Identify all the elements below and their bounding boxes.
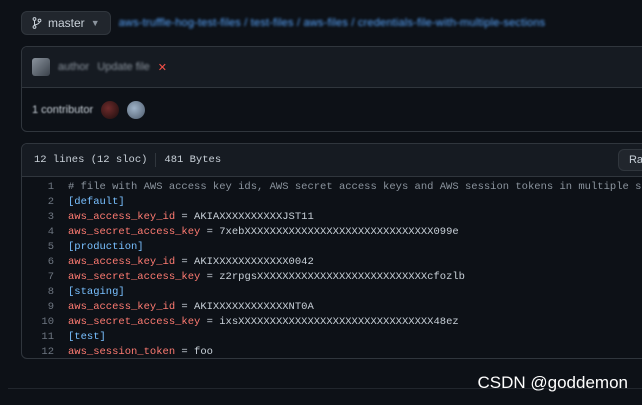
code-line: 1 # file with AWS access key ids, AWS sec… [22, 180, 642, 195]
code-key: aws_access_key_id [68, 256, 176, 268]
code-view: 1 # file with AWS access key ids, AWS sec… [22, 177, 642, 358]
code-key: aws_secret_access_key [68, 226, 201, 238]
code-value: AKIXXXXXXXXXXXX0042 [194, 256, 314, 268]
contributor-avatar[interactable] [127, 100, 146, 119]
code-operator: = [175, 301, 195, 313]
code-line: 5 [production] [22, 240, 642, 255]
raw-button[interactable]: Raw [617, 149, 642, 171]
code-line: 11 [test] [22, 330, 642, 345]
code-key: aws_secret_access_key [68, 316, 201, 328]
line-number[interactable]: 3 [22, 210, 68, 225]
code-key: aws_session_token [68, 346, 176, 358]
code-section: [default] [68, 196, 125, 208]
top-bar: master ▼ aws-truffle-hog-test-files / te… [21, 10, 545, 36]
code-line: 4 aws_secret_access_key = 7xebXXXXXXXXXXX… [22, 225, 642, 240]
code-value: ixsXXXXXXXXXXXXXXXXXXXXXXXXXXXXXXX48ez [219, 316, 459, 328]
contributor-avatar[interactable] [101, 100, 120, 119]
code-comment: # file with AWS access key ids, AWS secr… [68, 181, 642, 193]
code-section: [production] [68, 241, 144, 253]
line-number[interactable]: 9 [22, 300, 68, 315]
code-key: aws_secret_access_key [68, 271, 201, 283]
code-operator: = [200, 226, 220, 238]
code-line: 8 [staging] [22, 285, 642, 300]
chevron-down-icon: ▼ [90, 18, 100, 28]
code-line: 2 [default] [22, 195, 642, 210]
code-value: AKIAXXXXXXXXXXJST11 [194, 211, 314, 223]
code-key: aws_access_key_id [68, 211, 176, 223]
x-icon[interactable]: ✕ [158, 61, 167, 74]
file-lines-info: 12 lines (12 sloc) [34, 154, 148, 166]
git-branch-icon [32, 17, 42, 29]
commit-message[interactable]: Update file [97, 61, 150, 73]
watermark: CSDN @goddemon [477, 373, 629, 392]
code-line: 7 aws_secret_access_key = z2rpgsXXXXXXXXX… [22, 270, 642, 285]
code-line: 10 aws_secret_access_key = ixsXXXXXXXXXXX… [22, 315, 642, 330]
code-section: [test] [68, 331, 106, 343]
contributors-label[interactable]: 1 contributor [32, 104, 93, 116]
code-value: AKIXXXXXXXXXXXXNT0A [194, 301, 314, 313]
line-number[interactable]: 1 [22, 180, 68, 195]
code-line: 6 aws_access_key_id = AKIXXXXXXXXXXXX0042 [22, 255, 642, 270]
latest-commit-bar: author Update file ✕ [22, 47, 642, 88]
line-number[interactable]: 11 [22, 330, 68, 345]
code-operator: = [175, 211, 195, 223]
line-number[interactable]: 5 [22, 240, 68, 255]
code-line: 9 aws_access_key_id = AKIXXXXXXXXXXXXNT0A [22, 300, 642, 315]
code-key: aws_access_key_id [68, 301, 176, 313]
line-number[interactable]: 4 [22, 225, 68, 240]
breadcrumb[interactable]: aws-truffle-hog-test-files / test-files … [119, 17, 546, 29]
code-value: z2rpgsXXXXXXXXXXXXXXXXXXXXXXXXXXXcfozlb [219, 271, 465, 283]
breadcrumb-path[interactable]: aws-truffle-hog-test-files / test-files … [119, 17, 546, 29]
code-line: 3 aws_access_key_id = AKIAXXXXXXXXXXJST11 [22, 210, 642, 225]
code-operator: = [175, 256, 195, 268]
line-number[interactable]: 2 [22, 195, 68, 210]
code-operator: = [175, 346, 195, 358]
code-value: foo [194, 346, 213, 358]
file-size: 481 Bytes [164, 154, 222, 166]
branch-selector-button[interactable]: master ▼ [21, 11, 111, 35]
code-operator: = [200, 271, 220, 283]
file-viewer: 12 lines (12 sloc) 481 Bytes Raw 1# file… [21, 143, 642, 359]
line-number[interactable]: 6 [22, 255, 68, 270]
divider [155, 153, 157, 167]
code-value: 7xebXXXXXXXXXXXXXXXXXXXXXXXXXXXXXX099e [219, 226, 459, 238]
contributors-row: 1 contributor [22, 88, 642, 131]
code-line: 12 aws_session_token = foo [22, 345, 642, 358]
line-number[interactable]: 7 [22, 270, 68, 285]
branch-label: master [48, 16, 85, 30]
commit-box: author Update file ✕ 1 contributor [21, 46, 642, 132]
file-header: 12 lines (12 sloc) 481 Bytes Raw [22, 144, 642, 177]
line-number[interactable]: 12 [22, 345, 68, 358]
code-operator: = [200, 316, 220, 328]
commit-author[interactable]: author [58, 61, 89, 73]
line-number[interactable]: 8 [22, 285, 68, 300]
avatar[interactable] [32, 58, 50, 76]
line-number[interactable]: 10 [22, 315, 68, 330]
code-section: [staging] [68, 286, 125, 298]
